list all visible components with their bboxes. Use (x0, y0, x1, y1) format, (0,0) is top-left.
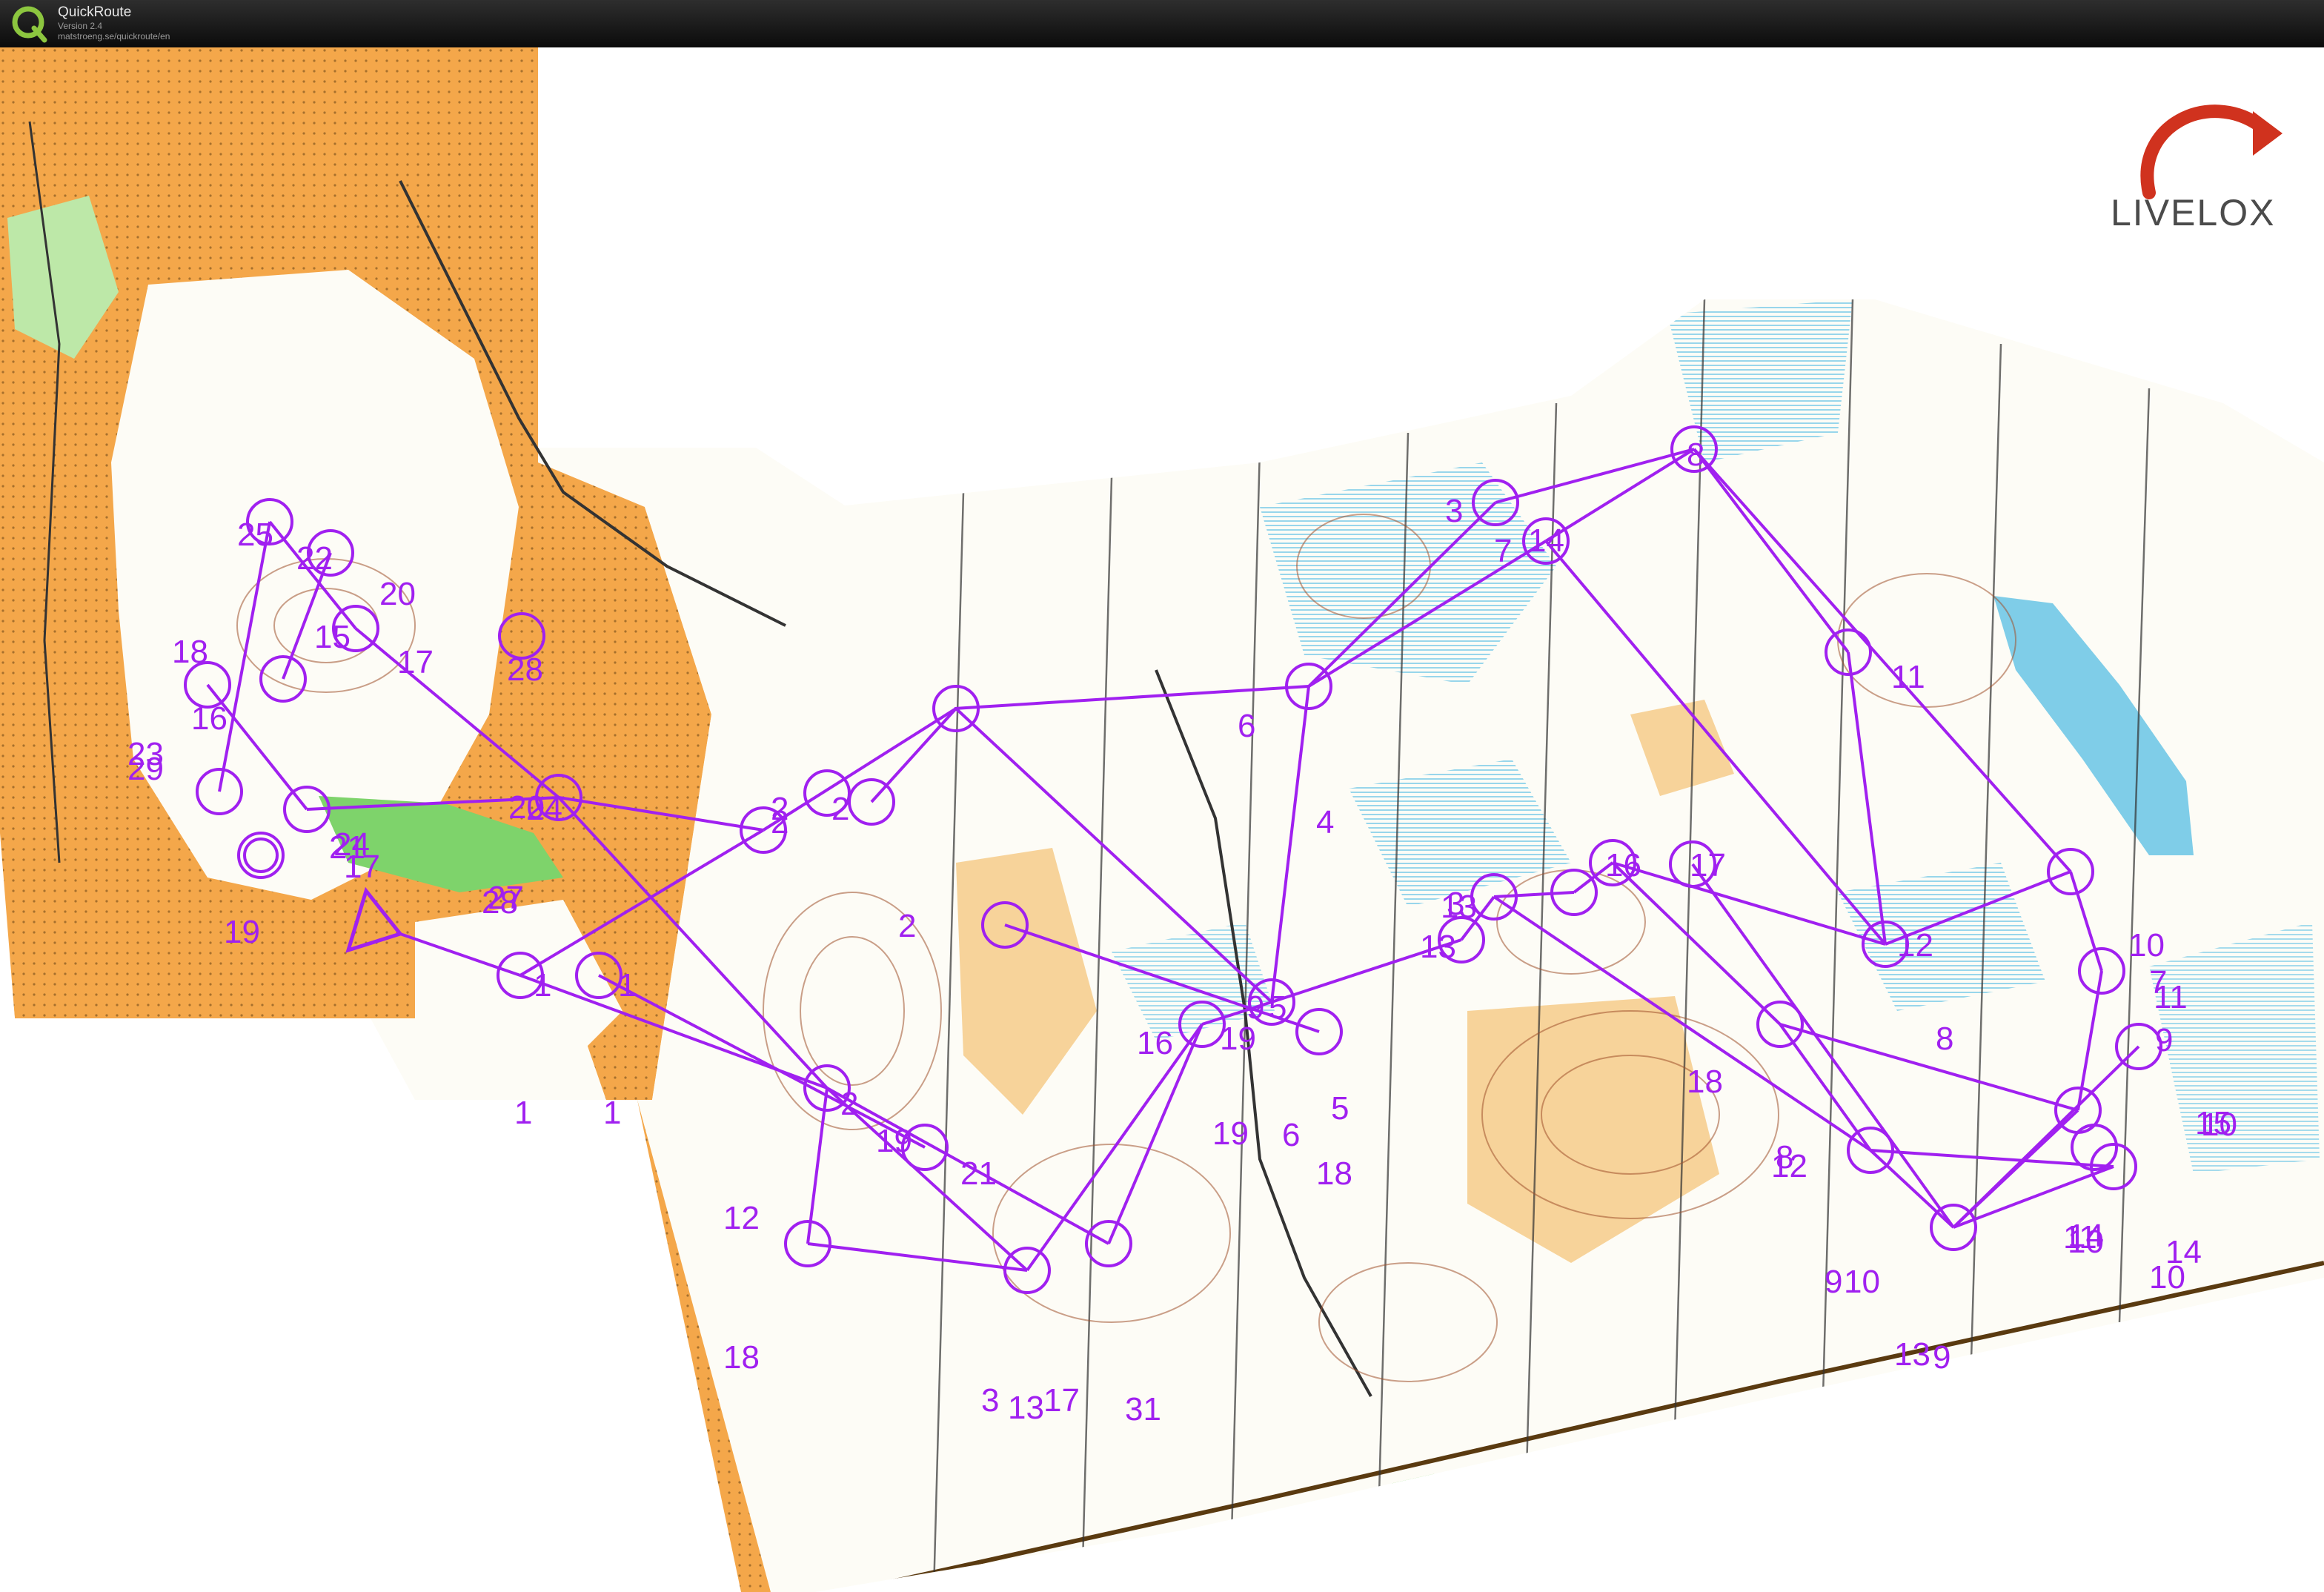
control-number-label: 17 (1043, 1382, 1080, 1419)
control-number-label: 5 (1269, 989, 1286, 1026)
control-number-label: 17 (1690, 847, 1726, 883)
control-number-label: 15 (314, 619, 351, 655)
control-number-label: 18 (723, 1339, 760, 1376)
control-number-label: 19 (1220, 1021, 1256, 1057)
control-number-label: 24 (526, 791, 562, 827)
control-number-label: 7 (1494, 533, 1512, 569)
control-number-label: 10 (2128, 927, 2165, 964)
control-number-label: 21 (960, 1155, 997, 1192)
control-number-label: 11 (1891, 659, 1925, 695)
control-number-label: 2 (771, 804, 788, 840)
control-number-label: 16 (1137, 1025, 1173, 1061)
control-number-label: 3 (1447, 886, 1464, 922)
control-number-label: 10 (1844, 1264, 1880, 1300)
control-number-label: 6 (1282, 1117, 1300, 1153)
control-number-label: 29 (127, 751, 164, 787)
app-url: matstroeng.se/quickroute/en (58, 31, 170, 42)
control-number-label: 19 (876, 1123, 912, 1159)
control-number-label: 10 (2149, 1259, 2185, 1296)
control-number-label: 18 (1316, 1155, 1352, 1192)
control-number-label: 10 (2201, 1107, 2237, 1143)
control-number-label: 19 (1212, 1115, 1249, 1152)
control-number-label: 4 (1316, 804, 1334, 840)
control-number-label: 9 (1825, 1264, 1842, 1300)
control-number-label: 11 (2154, 979, 2188, 1015)
control-number-label: 25 (237, 517, 273, 553)
control-number-label: 13 (1008, 1390, 1044, 1426)
control-number-label: 31 (1125, 1391, 1161, 1427)
control-number-label: 14 (1528, 523, 1564, 559)
control-number-label: 20 (379, 576, 416, 612)
control-number-label: 5 (1331, 1090, 1349, 1127)
control-number-label: 2 (831, 791, 849, 827)
control-number-label: 12 (723, 1200, 760, 1236)
control-number-label: 12 (1897, 927, 1933, 964)
title-bar: QuickRoute Version 2.4 matstroeng.se/qui… (0, 0, 2324, 47)
control-number-label: 22 (296, 540, 333, 577)
control-number-label: 18 (1687, 1064, 1723, 1100)
control-number-label: 13 (1894, 1336, 1930, 1373)
control-number-label: 6 (1238, 708, 1255, 744)
control-number-label: 1 (514, 1095, 532, 1131)
control-number-label: 18 (172, 634, 208, 670)
control-number-label: 9 (2155, 1022, 2173, 1058)
control-number-label: 17 (397, 644, 434, 680)
quickroute-logo-icon (12, 6, 47, 43)
control-number-label: 1 (618, 967, 636, 1004)
control-number-label: 17 (344, 849, 380, 885)
control-number-label: 19 (224, 914, 260, 950)
control-number-label: 16 (1605, 847, 1641, 883)
control-number-label: 9 (1933, 1339, 1950, 1376)
control-number-label: 8 (1776, 1139, 1793, 1175)
control-number-label: 1 (534, 967, 551, 1004)
control-number-label: 16 (191, 700, 228, 737)
control-number-label: 1 (603, 1095, 621, 1131)
control-number-label: 11 (2063, 1219, 2097, 1256)
app-title: QuickRoute (58, 4, 132, 20)
app-version: Version 2.4 (58, 21, 103, 31)
orienteering-map[interactable]: 25222018 151716232924212820282719171 11 12 2… (0, 47, 2324, 1592)
control-number-label: 3 (1445, 493, 1463, 529)
terrain-base (0, 47, 2324, 1592)
control-number-label: 2 (898, 908, 916, 944)
control-number-label: 28 (507, 651, 543, 688)
control-number-label: 27 (488, 880, 524, 916)
control-number-label: 8 (1687, 437, 1704, 473)
control-number-label: 3 (981, 1382, 999, 1419)
control-number-label: 8 (1936, 1021, 1953, 1057)
livelox-brand-text: LIVELOX (2111, 192, 2276, 233)
control-number-label: 2 (840, 1086, 858, 1122)
control-number-label: 13 (1420, 929, 1456, 965)
